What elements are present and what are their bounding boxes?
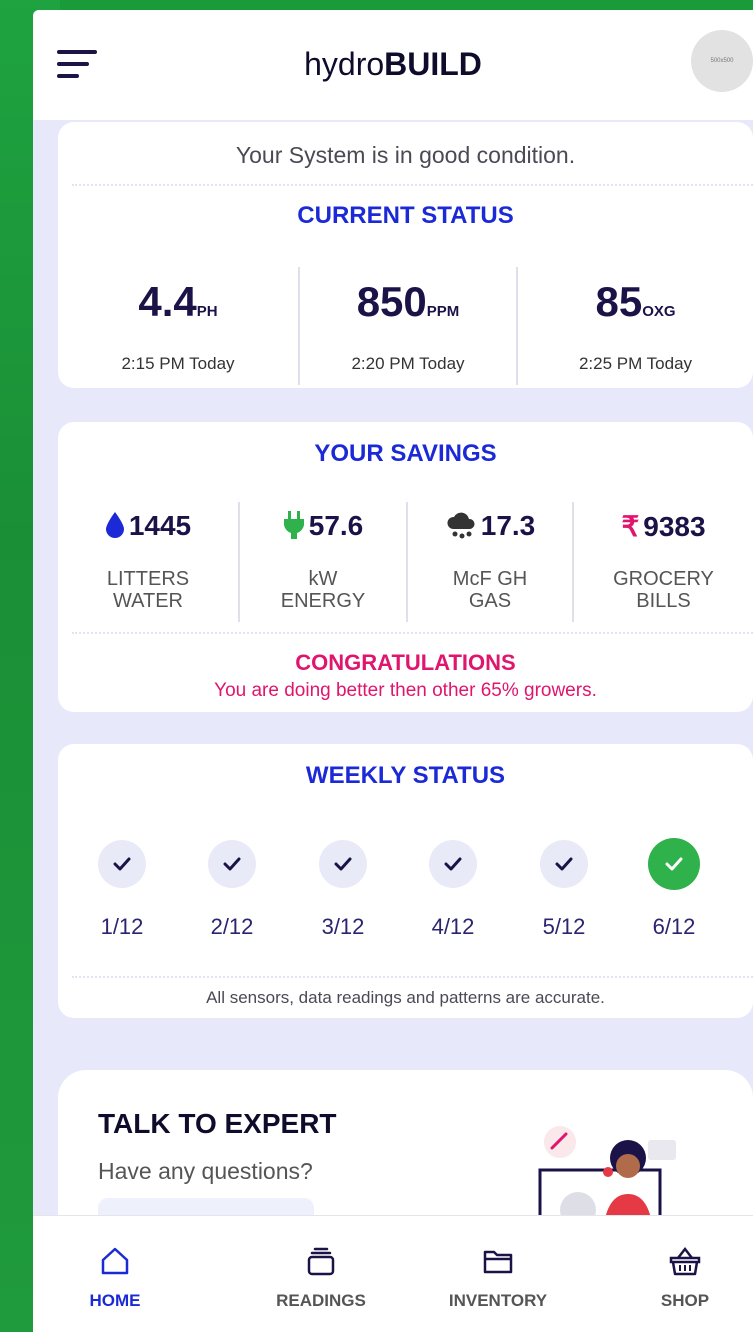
nav-readings[interactable]: READINGS <box>251 1216 391 1332</box>
gas-savings-label: McF GH GAS <box>452 568 528 612</box>
congratulations-title: CONGRATULATIONS <box>295 650 516 675</box>
plug-icon <box>283 511 304 539</box>
energy-savings-label: kW ENERGY <box>280 568 366 612</box>
readings-icon <box>307 1247 335 1276</box>
oxg-time: 2:25 PM Today <box>578 354 693 373</box>
grocery-savings-value: ₹9383 <box>621 511 706 542</box>
basket-icon <box>669 1246 701 1276</box>
day-check-1[interactable] <box>98 840 146 888</box>
water-savings-label: LITTERS WATER <box>106 568 190 612</box>
day-label-4: 4/12 <box>431 914 475 939</box>
divider <box>72 184 753 186</box>
water-drop-icon <box>105 512 124 538</box>
current-status-card: Your System is in good condition. CURREN… <box>58 122 753 388</box>
app-title: hydroBUILD <box>304 46 482 82</box>
check-icon <box>555 857 573 871</box>
nav-shop-label: SHOP <box>660 1291 710 1310</box>
app-screen: hydroBUILD 500x500 Your System is in goo… <box>33 10 753 1332</box>
talk-to-expert-title: TALK TO EXPERT <box>98 1108 337 1139</box>
day-label-3: 3/12 <box>321 914 365 939</box>
ph-time: 2:15 PM Today <box>121 354 235 373</box>
weekly-status-footer: All sensors, data readings and patterns … <box>206 988 605 1007</box>
day-check-3[interactable] <box>319 840 367 888</box>
day-label-2: 2/12 <box>210 914 254 939</box>
energy-savings-value: 57.6 <box>240 510 406 542</box>
nav-inventory-label: INVENTORY <box>448 1291 548 1310</box>
nav-home[interactable]: HOME <box>55 1216 175 1332</box>
gas-savings-value: 17.3 <box>408 510 572 542</box>
rupee-icon: ₹ <box>621 511 640 542</box>
divider <box>72 632 753 634</box>
weekly-status-title: WEEKLY STATUS <box>305 762 506 789</box>
check-icon <box>113 857 131 871</box>
home-icon <box>101 1247 129 1275</box>
nav-shop[interactable]: SHOP <box>633 1216 737 1332</box>
nav-home-label: HOME <box>89 1291 141 1310</box>
day-label-5: 5/12 <box>542 914 586 939</box>
day-label-6: 6/12 <box>652 914 696 939</box>
nav-readings-label: READINGS <box>276 1291 366 1310</box>
day-check-4[interactable] <box>429 840 477 888</box>
check-icon <box>223 857 241 871</box>
day-check-5[interactable] <box>540 840 588 888</box>
weekly-status-card: WEEKLY STATUS 1/12 2/12 3/12 4/12 5/12 6… <box>58 744 753 1018</box>
congratulations-text: You are doing better then other 65% grow… <box>214 680 597 701</box>
day-check-2[interactable] <box>208 840 256 888</box>
divider <box>72 976 753 978</box>
savings-card: YOUR SAVINGS 1445 LITTERS WATER 57.6 kW EN… <box>58 422 753 712</box>
day-label-1: 1/12 <box>100 914 144 939</box>
water-savings-value: 1445 <box>58 510 238 542</box>
ph-value: 4.4PH <box>138 278 218 325</box>
cloud-icon <box>447 512 475 539</box>
savings-title: YOUR SAVINGS <box>314 440 497 467</box>
bottom-nav: HOME READINGS INVENTORY SHOP <box>33 1215 753 1332</box>
grocery-savings-label: GROCERY BILLS <box>613 568 714 612</box>
folder-icon <box>483 1250 513 1274</box>
top-bar: hydroBUILD 500x500 <box>33 10 753 120</box>
nav-inventory[interactable]: INVENTORY <box>428 1216 568 1332</box>
current-status-title: CURRENT STATUS <box>297 202 514 229</box>
oxg-value: 85OXG <box>595 278 676 325</box>
day-check-6[interactable] <box>648 838 700 890</box>
talk-to-expert-subtitle: Have any questions? <box>98 1158 313 1184</box>
check-icon <box>444 857 462 871</box>
check-icon <box>334 857 352 871</box>
check-icon <box>665 857 683 871</box>
system-status-message: Your System is in good condition. <box>235 142 576 168</box>
ppm-time: 2:20 PM Today <box>351 354 465 373</box>
avatar[interactable]: 500x500 <box>691 30 753 92</box>
ppm-value: 850PPM <box>356 278 460 325</box>
